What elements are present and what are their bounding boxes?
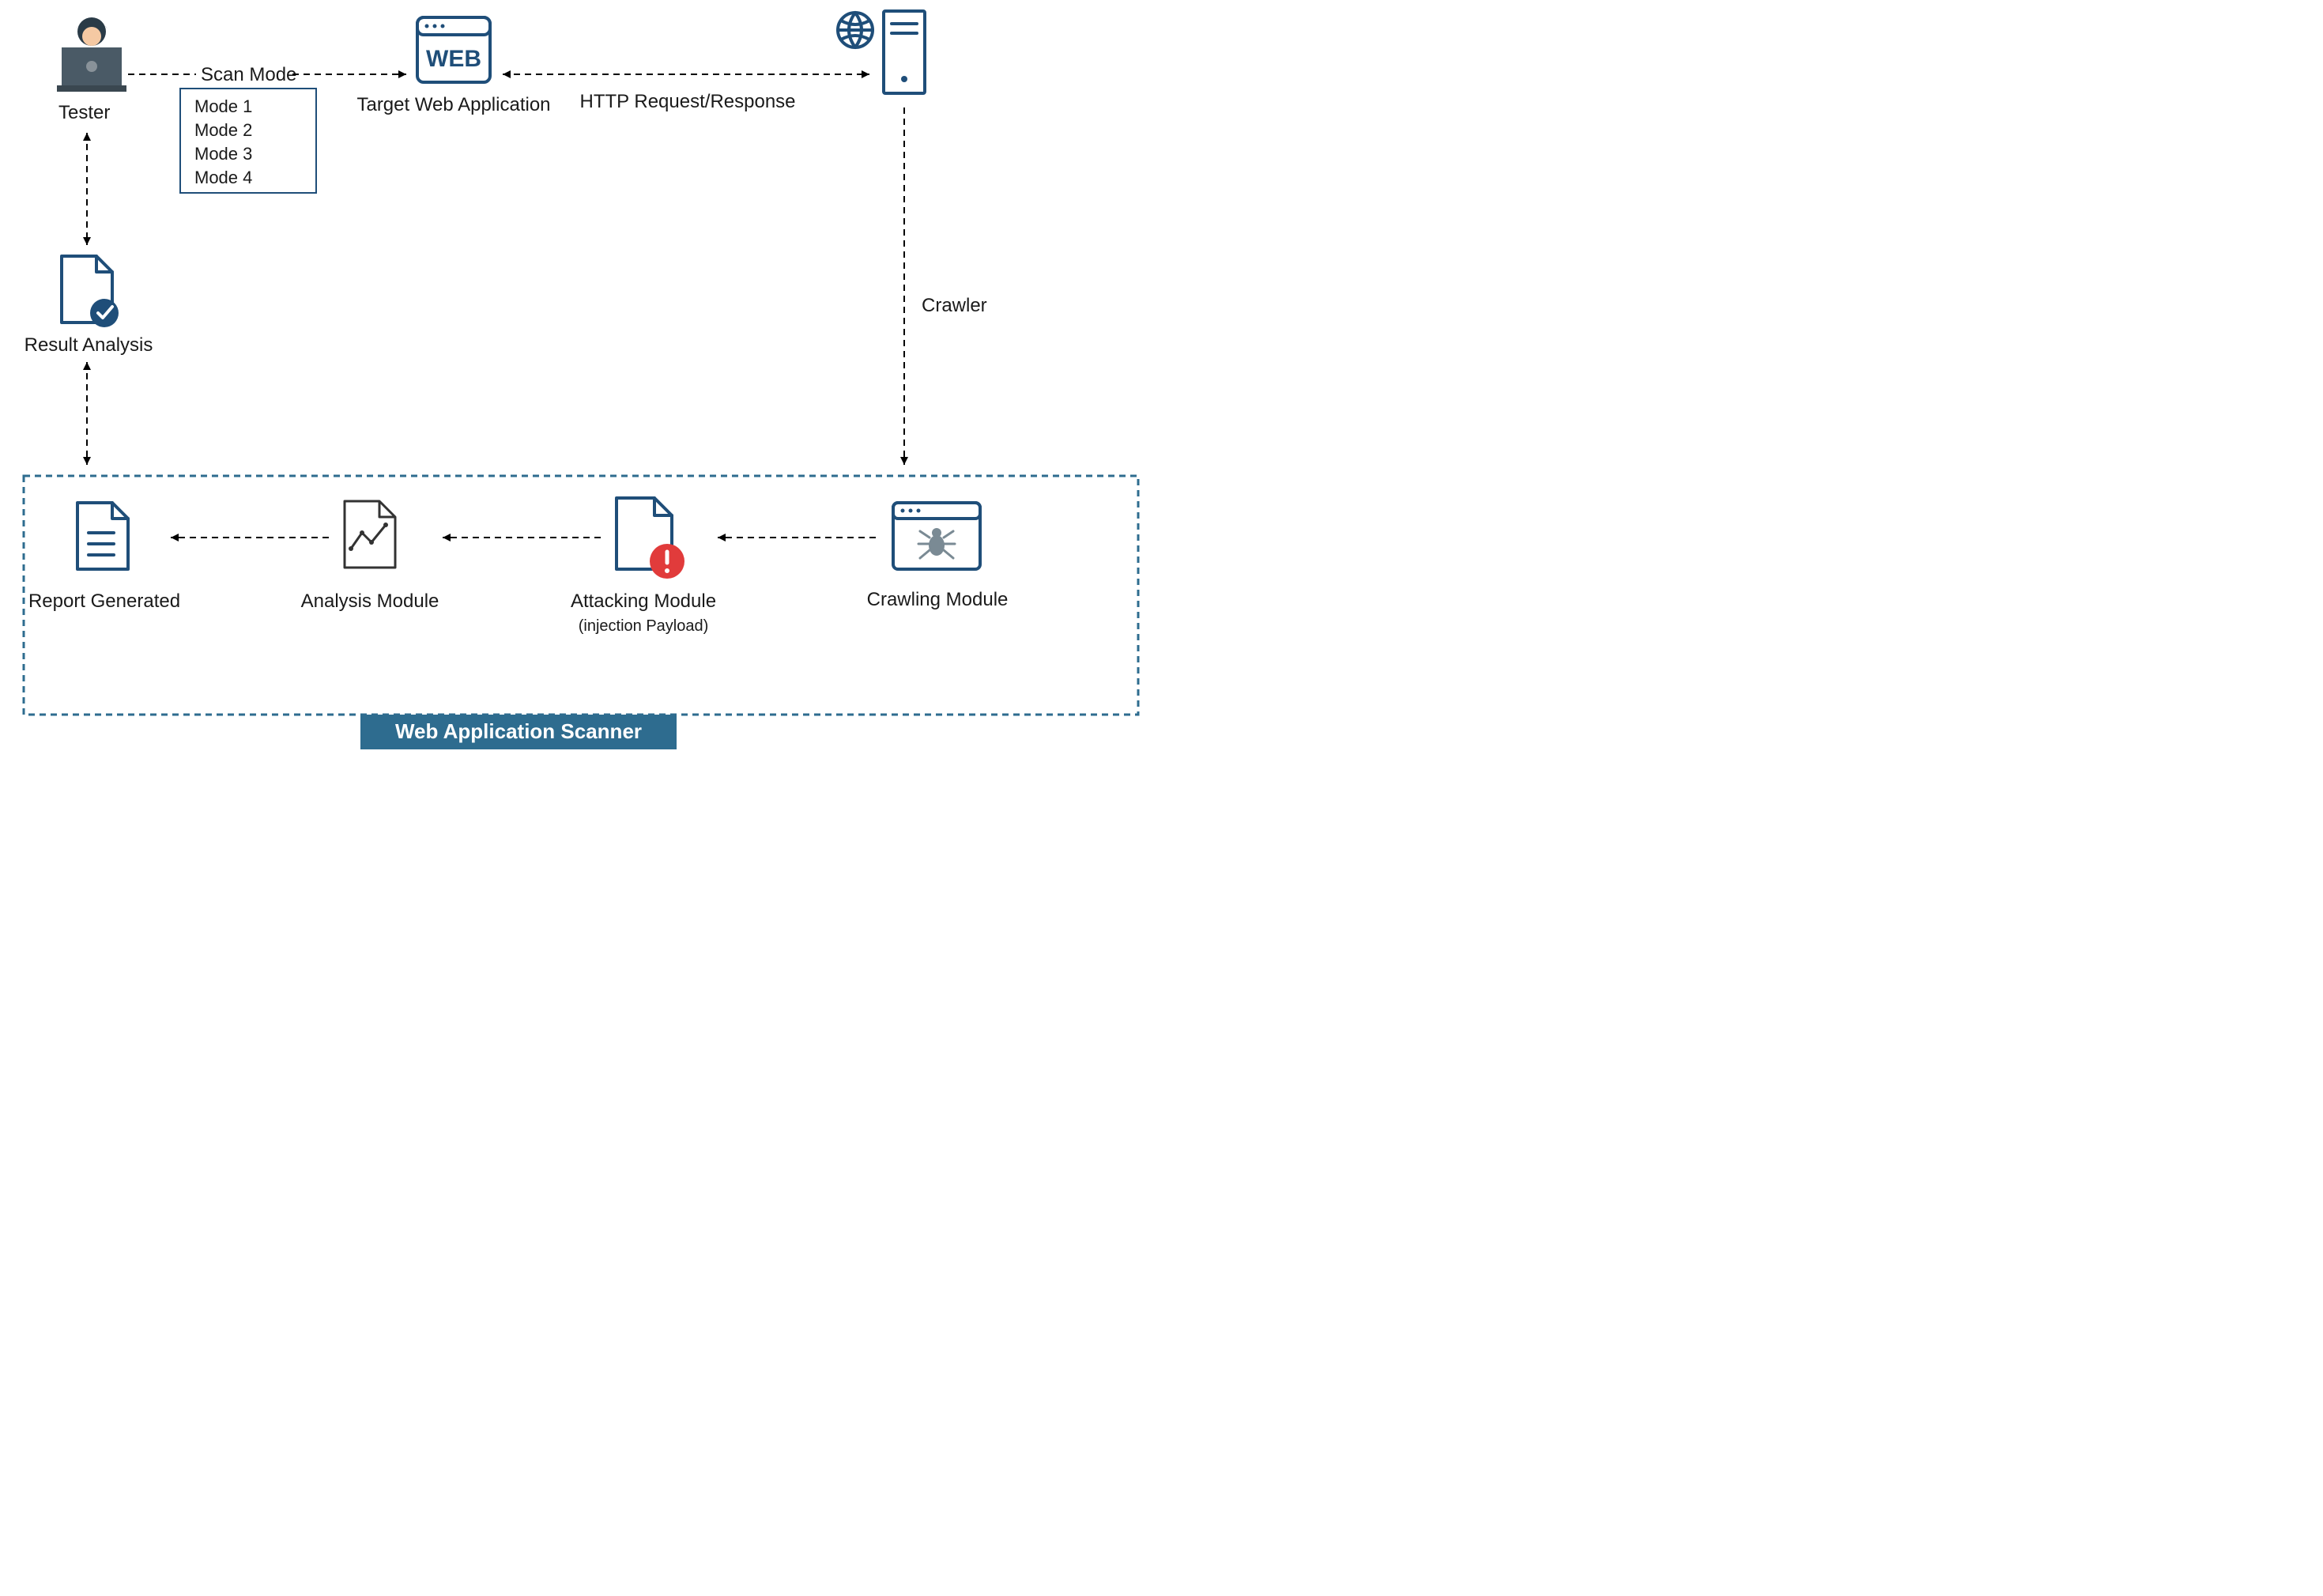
- scanner-banner-label: Web Application Scanner: [395, 719, 642, 743]
- attacking-node: Attacking Module (injection Payload): [571, 498, 716, 635]
- target-label: Target Web Application: [356, 94, 550, 115]
- result-icon: [62, 256, 119, 327]
- diagram-canvas: Web Application Scanner Tester WEB Targe…: [0, 0, 1160, 798]
- edge-crawler-label: Crawler: [922, 295, 987, 316]
- mode4: Mode 4: [194, 168, 252, 187]
- result-node: Result Analysis: [25, 256, 153, 356]
- analysis-node: Analysis Module: [301, 501, 439, 612]
- attacking-sublabel: (injection Payload): [579, 617, 709, 635]
- report-label: Report Generated: [28, 590, 180, 612]
- analysis-icon: [345, 501, 395, 568]
- web-app-icon: WEB: [417, 17, 490, 82]
- tester-icon: [57, 17, 126, 92]
- web-icon-text: WEB: [426, 46, 481, 72]
- crawling-label: Crawling Module: [867, 589, 1009, 610]
- crawling-node: Crawling Module: [867, 503, 1009, 610]
- tester-label: Tester: [58, 102, 110, 123]
- crawling-icon: [893, 503, 980, 569]
- report-node: Report Generated: [28, 503, 180, 612]
- server-node: [838, 11, 925, 93]
- mode1: Mode 1: [194, 96, 252, 116]
- edge-scan-label: Scan Mode: [201, 64, 296, 85]
- edge-http-label: HTTP Request/Response: [579, 91, 795, 112]
- globe-icon: [838, 13, 873, 47]
- attacking-icon: [617, 498, 684, 579]
- result-label: Result Analysis: [25, 334, 153, 356]
- mode2: Mode 2: [194, 120, 252, 140]
- scan-mode-box: Mode 1 Mode 2 Mode 3 Mode 4: [180, 89, 316, 193]
- target-node: WEB Target Web Application: [356, 17, 550, 115]
- report-icon: [77, 503, 128, 569]
- server-icon: [884, 11, 925, 93]
- tester-node: Tester: [57, 17, 126, 123]
- mode3: Mode 3: [194, 144, 252, 164]
- attacking-label: Attacking Module: [571, 590, 716, 612]
- analysis-label: Analysis Module: [301, 590, 439, 612]
